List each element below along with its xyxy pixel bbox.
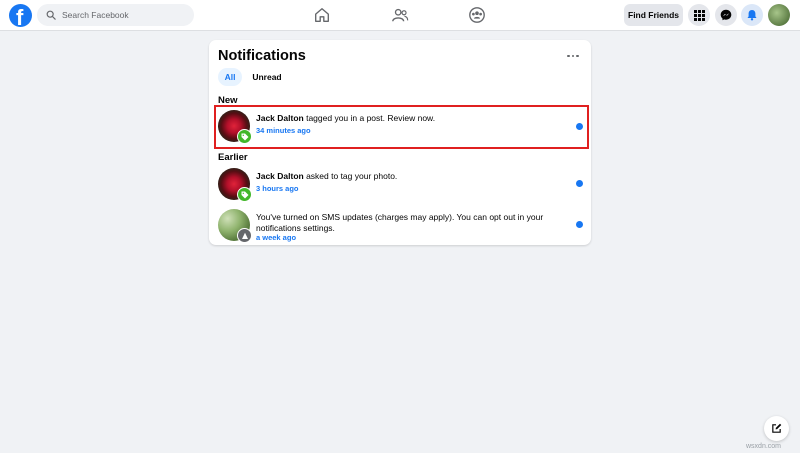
notification-time: a week ago bbox=[256, 233, 297, 242]
unread-dot bbox=[576, 180, 583, 187]
menu-button[interactable] bbox=[688, 4, 710, 26]
unread-dot bbox=[576, 221, 583, 228]
tag-icon bbox=[241, 191, 248, 198]
facebook-logo[interactable]: f bbox=[9, 4, 32, 27]
notification-message: asked to tag your photo. bbox=[303, 171, 398, 181]
dot-icon bbox=[576, 54, 579, 58]
friends-icon[interactable] bbox=[391, 6, 409, 24]
notifications-button[interactable] bbox=[741, 4, 763, 26]
notification-item[interactable]: You've turned on SMS updates (charges ma… bbox=[215, 206, 585, 244]
profile-avatar[interactable] bbox=[768, 4, 790, 26]
tab-all[interactable]: All bbox=[218, 68, 242, 86]
compose-icon bbox=[772, 423, 782, 433]
find-friends-button[interactable]: Find Friends bbox=[624, 4, 683, 26]
sms-icon bbox=[241, 232, 248, 239]
new-message-button[interactable] bbox=[764, 416, 789, 441]
notification-message: You've turned on SMS updates (charges ma… bbox=[256, 212, 544, 233]
notification-item[interactable]: Jack Dalton asked to tag your photo. 3 h… bbox=[215, 165, 585, 203]
notification-time: 3 hours ago bbox=[256, 184, 299, 193]
section-earlier-label: Earlier bbox=[218, 152, 248, 163]
notifications-bell-icon bbox=[747, 10, 757, 21]
search-icon bbox=[46, 10, 56, 20]
search-input[interactable] bbox=[62, 10, 182, 20]
more-options-button[interactable] bbox=[563, 47, 583, 65]
highlight-box bbox=[214, 105, 589, 149]
actor-name: Jack Dalton bbox=[256, 171, 304, 181]
search-box[interactable] bbox=[37, 4, 194, 26]
top-navigation-bar: f Find Friends bbox=[0, 0, 800, 31]
home-icon[interactable] bbox=[313, 6, 331, 24]
watermark: wsxdn.com bbox=[746, 443, 782, 450]
groups-icon[interactable] bbox=[468, 6, 486, 24]
notification-text: You've turned on SMS updates (charges ma… bbox=[256, 212, 556, 234]
notification-text: Jack Dalton asked to tag your photo. bbox=[256, 171, 566, 182]
tab-unread[interactable]: Unread bbox=[248, 68, 286, 86]
messenger-icon bbox=[720, 9, 732, 21]
dot-icon bbox=[571, 54, 575, 58]
dot-icon bbox=[567, 54, 570, 58]
messenger-button[interactable] bbox=[715, 4, 737, 26]
tag-badge-icon bbox=[237, 187, 252, 202]
menu-grid-icon bbox=[693, 9, 705, 21]
sms-badge-icon bbox=[237, 228, 252, 243]
panel-title: Notifications bbox=[218, 48, 306, 64]
